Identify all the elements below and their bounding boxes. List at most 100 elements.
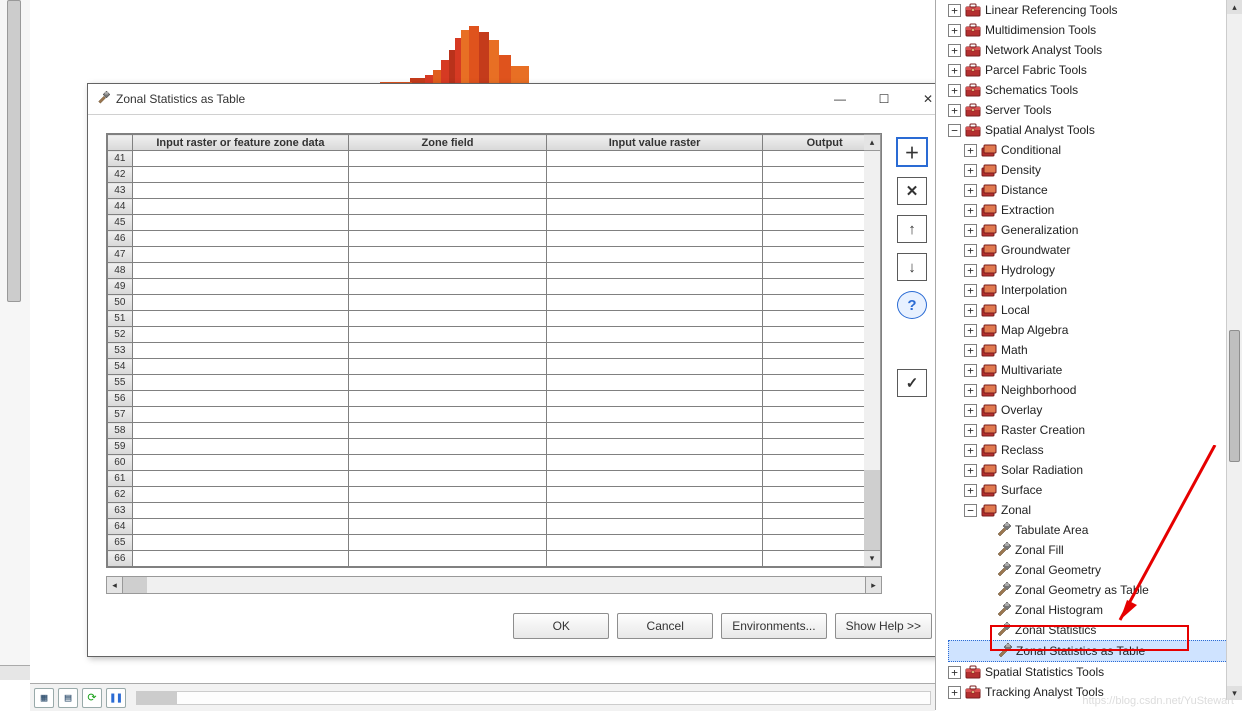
toolset-item[interactable]: +Raster Creation xyxy=(948,420,1228,440)
toolset-item[interactable]: +Interpolation xyxy=(948,280,1228,300)
expand-icon[interactable]: + xyxy=(964,484,977,497)
grid-cell[interactable] xyxy=(763,151,864,167)
tool-item[interactable]: Zonal Geometry as Table xyxy=(948,580,1228,600)
row-number-cell[interactable]: 50 xyxy=(108,295,133,311)
row-number-cell[interactable]: 51 xyxy=(108,311,133,327)
row-number-cell[interactable]: 62 xyxy=(108,487,133,503)
grid-cell[interactable] xyxy=(132,279,348,295)
grid-cell[interactable] xyxy=(546,311,762,327)
grid-cell[interactable] xyxy=(349,423,547,439)
toolbox-item[interactable]: +Schematics Tools xyxy=(948,80,1228,100)
scroll-left-arrow-icon[interactable]: ◂ xyxy=(107,577,123,593)
expand-icon[interactable]: + xyxy=(948,24,961,37)
row-number-cell[interactable]: 52 xyxy=(108,327,133,343)
grid-cell[interactable] xyxy=(132,519,348,535)
toolset-item[interactable]: +Neighborhood xyxy=(948,380,1228,400)
expand-icon[interactable]: + xyxy=(948,104,961,117)
toolbox-vertical-scrollbar[interactable]: ▴ ▾ xyxy=(1226,0,1242,700)
grid-cell[interactable] xyxy=(763,263,864,279)
ok-button[interactable]: OK xyxy=(513,613,609,639)
grid-cell[interactable] xyxy=(132,151,348,167)
grid-cell[interactable] xyxy=(546,359,762,375)
statusbar-data-icon[interactable]: ▤ xyxy=(58,688,78,708)
grid-cell[interactable] xyxy=(546,295,762,311)
row-number-cell[interactable]: 49 xyxy=(108,279,133,295)
row-number-cell[interactable]: 48 xyxy=(108,263,133,279)
toolbox-item[interactable]: +Multidimension Tools xyxy=(948,20,1228,40)
table-row[interactable]: 44 xyxy=(108,199,865,215)
expand-icon[interactable]: + xyxy=(964,444,977,457)
grid-cell[interactable] xyxy=(349,519,547,535)
grid-cell[interactable] xyxy=(763,503,864,519)
row-number-cell[interactable]: 44 xyxy=(108,199,133,215)
expand-icon[interactable]: + xyxy=(964,464,977,477)
move-down-button[interactable]: ↓ xyxy=(897,253,927,281)
grid-cell[interactable] xyxy=(763,279,864,295)
grid-cell[interactable] xyxy=(546,503,762,519)
grid-cell[interactable] xyxy=(763,519,864,535)
grid-cell[interactable] xyxy=(546,471,762,487)
tool-item[interactable]: Zonal Statistics xyxy=(948,620,1228,640)
row-number-cell[interactable]: 45 xyxy=(108,215,133,231)
grid-cell[interactable] xyxy=(132,535,348,551)
table-row[interactable]: 56 xyxy=(108,391,865,407)
batch-grid[interactable]: Input raster or feature zone data Zone f… xyxy=(107,134,864,567)
expand-icon[interactable]: + xyxy=(964,404,977,417)
expand-icon[interactable]: + xyxy=(964,184,977,197)
toolset-item[interactable]: +Hydrology xyxy=(948,260,1228,280)
expand-icon[interactable]: + xyxy=(964,224,977,237)
grid-cell[interactable] xyxy=(132,215,348,231)
row-number-cell[interactable]: 65 xyxy=(108,535,133,551)
grid-cell[interactable] xyxy=(132,343,348,359)
grid-cell[interactable] xyxy=(763,343,864,359)
table-row[interactable]: 51 xyxy=(108,311,865,327)
grid-cell[interactable] xyxy=(132,391,348,407)
grid-cell[interactable] xyxy=(763,295,864,311)
expand-icon[interactable]: + xyxy=(964,244,977,257)
expand-icon[interactable]: + xyxy=(964,384,977,397)
grid-cell[interactable] xyxy=(763,311,864,327)
grid-cell[interactable] xyxy=(763,423,864,439)
tool-item[interactable]: Zonal Fill xyxy=(948,540,1228,560)
tool-item[interactable]: Zonal Histogram xyxy=(948,600,1228,620)
grid-cell[interactable] xyxy=(349,407,547,423)
toolset-item[interactable]: +Math xyxy=(948,340,1228,360)
table-row[interactable]: 55 xyxy=(108,375,865,391)
grid-cell[interactable] xyxy=(546,391,762,407)
expand-icon[interactable]: + xyxy=(964,344,977,357)
environments-button[interactable]: Environments... xyxy=(721,613,826,639)
row-number-cell[interactable]: 61 xyxy=(108,471,133,487)
row-number-cell[interactable]: 53 xyxy=(108,343,133,359)
grid-cell[interactable] xyxy=(546,423,762,439)
grid-cell[interactable] xyxy=(132,551,348,567)
row-number-cell[interactable]: 42 xyxy=(108,167,133,183)
row-number-cell[interactable]: 55 xyxy=(108,375,133,391)
table-row[interactable]: 46 xyxy=(108,231,865,247)
grid-cell[interactable] xyxy=(546,375,762,391)
expand-icon[interactable]: + xyxy=(964,324,977,337)
toolset-item[interactable]: +Distance xyxy=(948,180,1228,200)
grid-cell[interactable] xyxy=(546,263,762,279)
statusbar-scroll-track[interactable] xyxy=(136,691,931,705)
toolset-item-zonal[interactable]: −Zonal xyxy=(948,500,1228,520)
col-header-zone-field[interactable]: Zone field xyxy=(349,135,547,151)
grid-cell[interactable] xyxy=(349,215,547,231)
table-row[interactable]: 66 xyxy=(108,551,865,567)
grid-cell[interactable] xyxy=(546,551,762,567)
table-row[interactable]: 45 xyxy=(108,215,865,231)
grid-cell[interactable] xyxy=(132,311,348,327)
grid-horizontal-scrollbar[interactable]: ◂ ▸ xyxy=(106,576,882,594)
grid-cell[interactable] xyxy=(132,183,348,199)
table-row[interactable]: 59 xyxy=(108,439,865,455)
row-number-cell[interactable]: 54 xyxy=(108,359,133,375)
grid-cell[interactable] xyxy=(349,359,547,375)
grid-cell[interactable] xyxy=(132,167,348,183)
collapse-icon[interactable]: − xyxy=(964,504,977,517)
grid-cell[interactable] xyxy=(349,375,547,391)
toolbox-item[interactable]: +Linear Referencing Tools xyxy=(948,0,1228,20)
expand-icon[interactable]: + xyxy=(964,284,977,297)
grid-cell[interactable] xyxy=(546,439,762,455)
toolset-item[interactable]: +Extraction xyxy=(948,200,1228,220)
statusbar-layout-icon[interactable]: ▦ xyxy=(34,688,54,708)
table-row[interactable]: 41 xyxy=(108,151,865,167)
